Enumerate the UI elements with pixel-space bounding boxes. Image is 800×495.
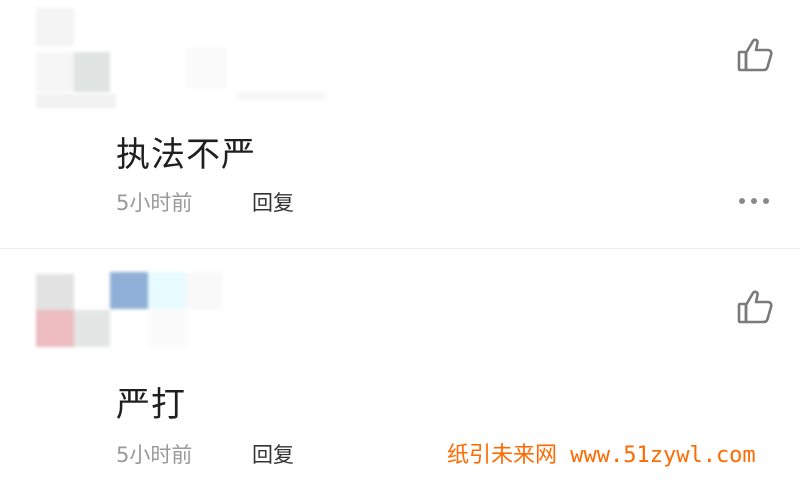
avatar-username-mosaic	[36, 8, 336, 118]
site-watermark: 纸引未来网 www.51zywl.com	[447, 443, 756, 468]
comment-text: 严打	[116, 385, 186, 425]
more-dots-icon	[763, 198, 769, 204]
divider	[0, 248, 800, 249]
like-button[interactable]	[736, 36, 774, 74]
thumbs-up-icon	[737, 290, 773, 324]
comment-time: 5小时前	[116, 443, 193, 467]
thumbs-up-icon	[737, 38, 773, 72]
reply-button[interactable]: 回复	[252, 439, 294, 469]
comment-text: 执法不严	[116, 135, 256, 175]
like-button[interactable]	[736, 288, 774, 326]
avatar-username-mosaic	[36, 270, 236, 350]
reply-button[interactable]: 回复	[252, 187, 294, 217]
comment-item: 执法不严 5小时前 回复	[0, 0, 800, 249]
more-dots-icon	[739, 198, 745, 204]
more-dots-icon	[751, 198, 757, 204]
more-options-button[interactable]	[738, 196, 770, 206]
comment-time: 5小时前	[116, 191, 193, 215]
